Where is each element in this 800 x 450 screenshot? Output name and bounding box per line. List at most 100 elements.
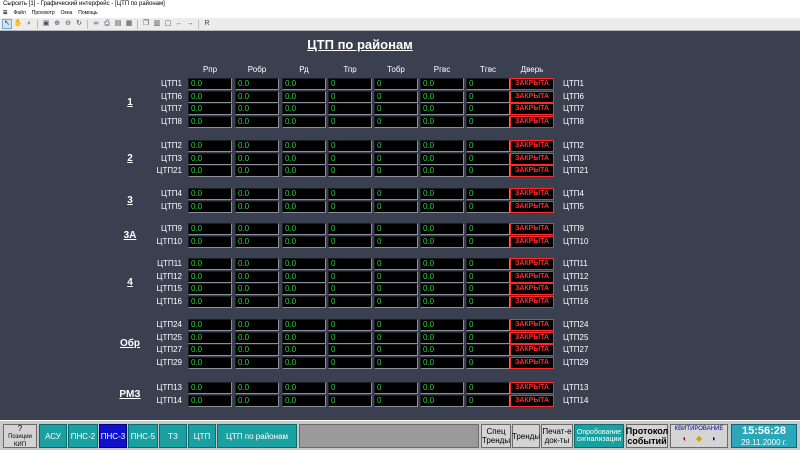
value-cell[interactable]: 0 bbox=[466, 344, 510, 357]
r-button[interactable]: R bbox=[202, 19, 212, 29]
value-cell[interactable]: 0.0 bbox=[235, 331, 279, 344]
door-status[interactable]: ЗАКРЫТА bbox=[510, 78, 554, 90]
value-cell[interactable]: 0.0 bbox=[420, 78, 464, 90]
value-cell[interactable]: 0 bbox=[466, 258, 510, 270]
value-cell[interactable]: 0.0 bbox=[282, 115, 326, 128]
value-cell[interactable]: 0.0 bbox=[282, 152, 326, 165]
door-status[interactable]: ЗАКРЫТА bbox=[510, 331, 554, 344]
value-cell[interactable]: 0.0 bbox=[420, 103, 464, 116]
zoom-in-icon[interactable]: ⊕ bbox=[52, 19, 62, 29]
value-cell[interactable]: 0 bbox=[466, 188, 510, 200]
event-log-button[interactable]: Протокол событий bbox=[626, 424, 668, 448]
hand-icon[interactable]: ✋ bbox=[13, 19, 23, 29]
print-icon[interactable]: ⎙ bbox=[102, 19, 112, 29]
value-cell[interactable]: 0 bbox=[466, 140, 510, 152]
value-cell[interactable]: 0.0 bbox=[282, 188, 326, 200]
value-cell[interactable]: 0.0 bbox=[235, 382, 279, 394]
value-cell[interactable]: 0 bbox=[466, 394, 510, 407]
value-cell[interactable]: 0.0 bbox=[282, 258, 326, 270]
value-cell[interactable]: 0 bbox=[374, 270, 418, 283]
value-cell[interactable]: 0.0 bbox=[420, 258, 464, 270]
tab-pns5[interactable]: ПНС-5 bbox=[128, 424, 158, 448]
menu-file[interactable]: Файл bbox=[13, 9, 25, 18]
value-cell[interactable]: 0.0 bbox=[235, 165, 279, 178]
value-cell[interactable]: 0 bbox=[374, 295, 418, 308]
door-status[interactable]: ЗАКРЫТА bbox=[510, 235, 554, 248]
value-cell[interactable]: 0 bbox=[466, 223, 510, 235]
value-cell[interactable]: 0 bbox=[466, 200, 510, 213]
value-cell[interactable]: 0.0 bbox=[188, 223, 232, 235]
value-cell[interactable]: 0 bbox=[328, 200, 372, 213]
value-cell[interactable]: 0.0 bbox=[235, 115, 279, 128]
value-cell[interactable]: 0 bbox=[466, 165, 510, 178]
value-cell[interactable]: 0 bbox=[374, 140, 418, 152]
value-cell[interactable]: 0.0 bbox=[420, 140, 464, 152]
value-cell[interactable]: 0.0 bbox=[420, 319, 464, 331]
value-cell[interactable]: 0.0 bbox=[420, 270, 464, 283]
value-cell[interactable]: 0.0 bbox=[235, 188, 279, 200]
value-cell[interactable]: 0 bbox=[328, 331, 372, 344]
value-cell[interactable]: 0 bbox=[374, 78, 418, 90]
value-cell[interactable]: 0 bbox=[374, 319, 418, 331]
value-cell[interactable]: 0 bbox=[374, 90, 418, 103]
value-cell[interactable]: 0.0 bbox=[188, 344, 232, 357]
value-cell[interactable]: 0.0 bbox=[282, 165, 326, 178]
value-cell[interactable]: 0.0 bbox=[420, 165, 464, 178]
value-cell[interactable]: 0 bbox=[328, 152, 372, 165]
tab-asu[interactable]: АСУ bbox=[39, 424, 67, 448]
zoom-icon[interactable]: ⌕ bbox=[24, 19, 34, 29]
tab-pns3[interactable]: ПНС-3 bbox=[99, 424, 127, 448]
door-status[interactable]: ЗАКРЫТА bbox=[510, 258, 554, 270]
door-status[interactable]: ЗАКРЫТА bbox=[510, 140, 554, 152]
door-status[interactable]: ЗАКРЫТА bbox=[510, 382, 554, 394]
value-cell[interactable]: 0 bbox=[466, 295, 510, 308]
open-icon[interactable]: ▦ bbox=[124, 19, 134, 29]
value-cell[interactable]: 0.0 bbox=[420, 295, 464, 308]
value-cell[interactable]: 0.0 bbox=[282, 319, 326, 331]
value-cell[interactable]: 0.0 bbox=[420, 283, 464, 296]
value-cell[interactable]: 0.0 bbox=[188, 382, 232, 394]
value-cell[interactable]: 0.0 bbox=[188, 356, 232, 369]
value-cell[interactable]: 0 bbox=[374, 103, 418, 116]
value-cell[interactable]: 0.0 bbox=[282, 78, 326, 90]
value-cell[interactable]: 0.0 bbox=[420, 223, 464, 235]
value-cell[interactable]: 0.0 bbox=[282, 394, 326, 407]
door-status[interactable]: ЗАКРЫТА bbox=[510, 356, 554, 369]
door-status[interactable]: ЗАКРЫТА bbox=[510, 188, 554, 200]
value-cell[interactable]: 0 bbox=[328, 319, 372, 331]
value-cell[interactable]: 0 bbox=[466, 382, 510, 394]
value-cell[interactable]: 0.0 bbox=[282, 235, 326, 248]
value-cell[interactable]: 0 bbox=[374, 283, 418, 296]
select-icon[interactable]: ↖ bbox=[2, 19, 12, 29]
value-cell[interactable]: 0.0 bbox=[235, 103, 279, 116]
value-cell[interactable]: 0.0 bbox=[235, 90, 279, 103]
print-docs-button[interactable]: Печат-е док-ты bbox=[541, 424, 573, 448]
lock-icon[interactable]: ▤ bbox=[113, 19, 123, 29]
value-cell[interactable]: 0 bbox=[374, 165, 418, 178]
door-status[interactable]: ЗАКРЫТА bbox=[510, 394, 554, 407]
value-cell[interactable]: 0 bbox=[328, 356, 372, 369]
tab-ctp[interactable]: ЦТП bbox=[188, 424, 216, 448]
value-cell[interactable]: 0.0 bbox=[188, 152, 232, 165]
value-cell[interactable]: 0.0 bbox=[188, 270, 232, 283]
value-cell[interactable]: 0 bbox=[328, 283, 372, 296]
value-cell[interactable]: 0.0 bbox=[420, 235, 464, 248]
tab-ctp-districts[interactable]: ЦТП по районам bbox=[217, 424, 297, 448]
menu-help[interactable]: Помощь bbox=[78, 9, 97, 18]
value-cell[interactable]: 0.0 bbox=[235, 223, 279, 235]
app-icon[interactable]: ☰ bbox=[3, 9, 7, 18]
value-cell[interactable]: 0 bbox=[466, 78, 510, 90]
signal-test-button[interactable]: Опробование сигнализации bbox=[574, 424, 624, 448]
value-cell[interactable]: 0.0 bbox=[188, 78, 232, 90]
value-cell[interactable]: 0.0 bbox=[235, 78, 279, 90]
value-cell[interactable]: 0 bbox=[328, 344, 372, 357]
value-cell[interactable]: 0 bbox=[466, 270, 510, 283]
value-cell[interactable]: 0.0 bbox=[282, 103, 326, 116]
door-status[interactable]: ЗАКРЫТА bbox=[510, 270, 554, 283]
value-cell[interactable]: 0.0 bbox=[235, 344, 279, 357]
value-cell[interactable]: 0 bbox=[374, 344, 418, 357]
value-cell[interactable]: 0 bbox=[328, 90, 372, 103]
value-cell[interactable]: 0.0 bbox=[282, 331, 326, 344]
value-cell[interactable]: 0.0 bbox=[188, 331, 232, 344]
value-cell[interactable]: 0 bbox=[328, 382, 372, 394]
